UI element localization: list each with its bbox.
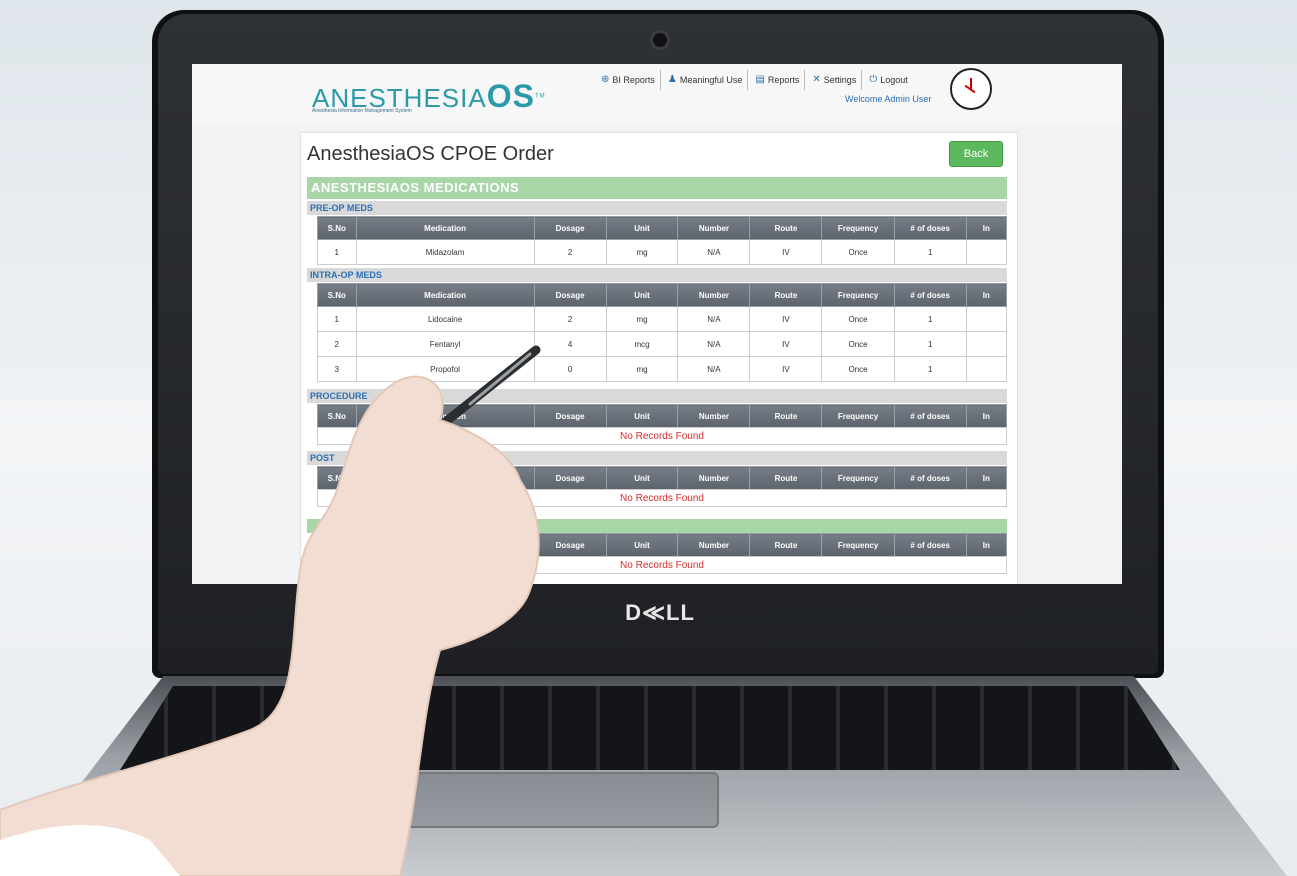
column-header: In (965, 466, 1008, 490)
table-cell (965, 331, 1008, 357)
table-cell: 1 (893, 356, 967, 382)
column-header: Dosage (533, 283, 607, 307)
clock-icon (950, 68, 992, 110)
table-cell: Lidocaine (355, 306, 535, 332)
table-cell: IV (749, 306, 823, 332)
column-header: Number (677, 283, 751, 307)
table-cell: N/A (677, 306, 751, 332)
nav-label: BI Reports (612, 75, 655, 85)
column-header: Medication (355, 283, 535, 307)
column-header: # of doses (893, 283, 967, 307)
column-header: Dosage (533, 216, 607, 240)
table-cell: Midazolam (355, 239, 535, 265)
column-header: In (965, 216, 1008, 240)
column-header: Number (677, 466, 751, 490)
table-cell (965, 356, 1008, 382)
table-cell: 1 (317, 239, 357, 265)
table-row[interactable]: 1 Midazolam 2 mg N/A IV Once 1 (317, 239, 1008, 265)
table-cell: Once (821, 356, 895, 382)
nav-meaningful-use[interactable]: ♟ Meaningful Use (663, 70, 749, 90)
nav-reports[interactable]: ▤ Reports (750, 70, 806, 90)
column-header: In (965, 533, 1008, 557)
hand-with-stylus (0, 345, 541, 876)
top-nav: ⊕ BI Reports ♟ Meaningful Use ▤ Reports … (596, 70, 913, 90)
power-icon: ⏻ (869, 74, 878, 85)
column-header: # of doses (893, 466, 967, 490)
table-cell: mg (605, 356, 679, 382)
column-header: Unit (605, 533, 679, 557)
column-header: Number (677, 404, 751, 428)
nav-label: Settings (823, 75, 857, 85)
table-cell: 2 (533, 239, 607, 265)
table-cell: 1 (893, 306, 967, 332)
column-header: In (965, 404, 1008, 428)
column-header: Route (749, 533, 823, 557)
column-header: Frequency (821, 466, 895, 490)
column-header: Frequency (821, 533, 895, 557)
column-header: # of doses (893, 533, 967, 557)
table-cell: mg (605, 306, 679, 332)
column-header: Number (677, 216, 751, 240)
column-header: In (965, 283, 1008, 307)
app-tagline: Anesthesia Information Management System (312, 108, 412, 114)
column-header: Route (749, 404, 823, 428)
table-cell: 1 (893, 331, 967, 357)
laptop-brand-logo: D≪LL (625, 600, 695, 625)
table-row[interactable]: 1 Lidocaine 2 mg N/A IV Once 1 (317, 306, 1008, 332)
column-header: Medication (355, 216, 535, 240)
page-title: AnesthesiaOS CPOE Order (307, 143, 554, 165)
bi-reports-icon: ⊕ (601, 74, 610, 85)
welcome-text: Welcome Admin User (845, 94, 932, 104)
nav-logout[interactable]: ⏻ Logout (864, 70, 912, 90)
table-cell: IV (749, 239, 823, 265)
section-intraop-header: INTRA-OP MEDS (307, 268, 1007, 282)
logo-tm: TM (534, 93, 546, 100)
preop-table: S.No Medication Dosage Unit Number Route Frequ… (317, 216, 1008, 265)
column-header: Unit (605, 404, 679, 428)
column-header: S.No (317, 216, 357, 240)
nav-label: Reports (767, 75, 800, 85)
table-cell: N/A (677, 331, 751, 357)
table-cell: 2 (533, 306, 607, 332)
settings-icon: ✕ (812, 74, 821, 85)
logo-os-text: OS (486, 78, 535, 114)
table-cell: IV (749, 331, 823, 357)
table-cell: N/A (677, 356, 751, 382)
column-header: Frequency (821, 216, 895, 240)
column-header: Frequency (821, 404, 895, 428)
users-icon: ♟ (667, 74, 677, 85)
table-cell: Once (821, 306, 895, 332)
table-cell: mcg (605, 331, 679, 357)
column-header: Route (749, 216, 823, 240)
column-header: Unit (605, 466, 679, 490)
nav-bi-reports[interactable]: ⊕ BI Reports (596, 70, 661, 90)
column-header: # of doses (893, 404, 967, 428)
table-cell: IV (749, 356, 823, 382)
reports-icon: ▤ (755, 74, 765, 85)
table-cell (965, 239, 1008, 265)
column-header: Unit (605, 283, 679, 307)
table-cell: 1 (317, 306, 357, 332)
column-header: Route (749, 283, 823, 307)
back-button[interactable]: Back (949, 141, 1003, 167)
webcam-icon (650, 30, 670, 50)
table-cell: mg (605, 239, 679, 265)
column-header: S.No (317, 283, 357, 307)
column-header: Route (749, 466, 823, 490)
nav-label: Meaningful Use (679, 75, 743, 85)
table-cell: 1 (893, 239, 967, 265)
table-cell: Once (821, 239, 895, 265)
column-header: Unit (605, 216, 679, 240)
table-cell: N/A (677, 239, 751, 265)
table-cell: Once (821, 331, 895, 357)
column-header: Frequency (821, 283, 895, 307)
table-cell (965, 306, 1008, 332)
medications-band: ANESTHESIAOS MEDICATIONS (307, 177, 1007, 199)
app-header: ANESTHESIAOSTM Anesthesia Information Ma… (192, 64, 1122, 124)
section-preop-header: PRE-OP MEDS (307, 201, 1007, 215)
column-header: # of doses (893, 216, 967, 240)
nav-settings[interactable]: ✕ Settings (807, 70, 863, 90)
column-header: Number (677, 533, 751, 557)
nav-label: Logout (880, 75, 908, 85)
